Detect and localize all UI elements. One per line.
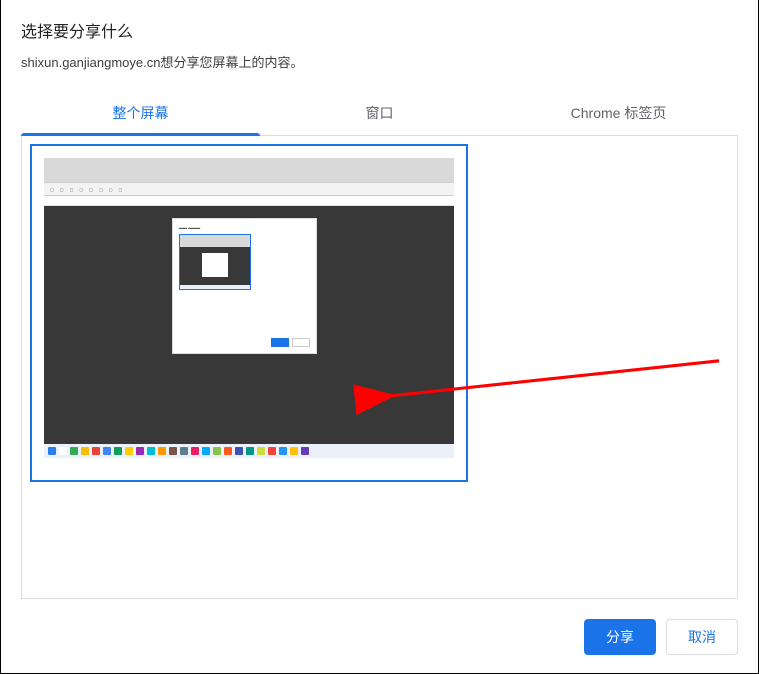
- tab-window[interactable]: 窗口: [260, 93, 499, 135]
- mini-app-icon: [257, 447, 265, 455]
- mini-app-icon: [169, 447, 177, 455]
- mini-app-icon: [92, 447, 100, 455]
- mini-nested-thumb-icon: [179, 234, 251, 290]
- mini-app-icon: [268, 447, 276, 455]
- mini-app-icon: [125, 447, 133, 455]
- tab-entire-screen[interactable]: 整个屏幕: [21, 93, 260, 135]
- mini-app-icon: [59, 447, 67, 455]
- mini-app-icon: [147, 447, 155, 455]
- mini-app-icon: [191, 447, 199, 455]
- mini-taskbar-icon: [44, 444, 454, 458]
- mini-browser-tabs-icon: ▢▢▢▢▢▢▢▢: [44, 182, 454, 196]
- screen-thumbnail-option[interactable]: ▢▢▢▢▢▢▢▢ ▬▬ ▬▬▬: [30, 144, 468, 482]
- mini-app-icon: [246, 447, 254, 455]
- mini-app-icon: [290, 447, 298, 455]
- mini-app-icon: [48, 447, 56, 455]
- desktop-preview-icon: ▢▢▢▢▢▢▢▢ ▬▬ ▬▬▬: [44, 158, 454, 458]
- cancel-button[interactable]: 取消: [666, 619, 738, 655]
- mini-app-icon: [224, 447, 232, 455]
- mini-app-icon: [114, 447, 122, 455]
- dialog-title: 选择要分享什么: [21, 18, 738, 42]
- dialog-footer: 分享 取消: [1, 611, 758, 673]
- mini-app-icon: [70, 447, 78, 455]
- mini-app-icon: [213, 447, 221, 455]
- mini-app-icon: [158, 447, 166, 455]
- mini-app-icon: [279, 447, 287, 455]
- mini-app-icon: [81, 447, 89, 455]
- mini-app-icon: [103, 447, 111, 455]
- share-tabs: 整个屏幕 窗口 Chrome 标签页: [21, 93, 738, 136]
- share-screen-dialog: 选择要分享什么 shixun.ganjiangmoye.cn想分享您屏幕上的内容…: [0, 0, 759, 674]
- dialog-subtitle: shixun.ganjiangmoye.cn想分享您屏幕上的内容。: [21, 52, 738, 71]
- mini-app-icon: [235, 447, 243, 455]
- share-button[interactable]: 分享: [584, 619, 656, 655]
- tab-chrome-tab[interactable]: Chrome 标签页: [499, 93, 738, 135]
- share-choices-area: ▢▢▢▢▢▢▢▢ ▬▬ ▬▬▬: [21, 136, 738, 599]
- mini-app-icon: [180, 447, 188, 455]
- dialog-header: 选择要分享什么 shixun.ganjiangmoye.cn想分享您屏幕上的内容…: [1, 0, 758, 79]
- mini-app-icon: [202, 447, 210, 455]
- mini-app-icon: [136, 447, 144, 455]
- thumbnail-zone: ▢▢▢▢▢▢▢▢ ▬▬ ▬▬▬: [22, 136, 476, 598]
- mini-app-icon: [301, 447, 309, 455]
- mini-address-bar-icon: [44, 196, 454, 206]
- mini-nested-dialog-icon: ▬▬ ▬▬▬: [172, 218, 317, 354]
